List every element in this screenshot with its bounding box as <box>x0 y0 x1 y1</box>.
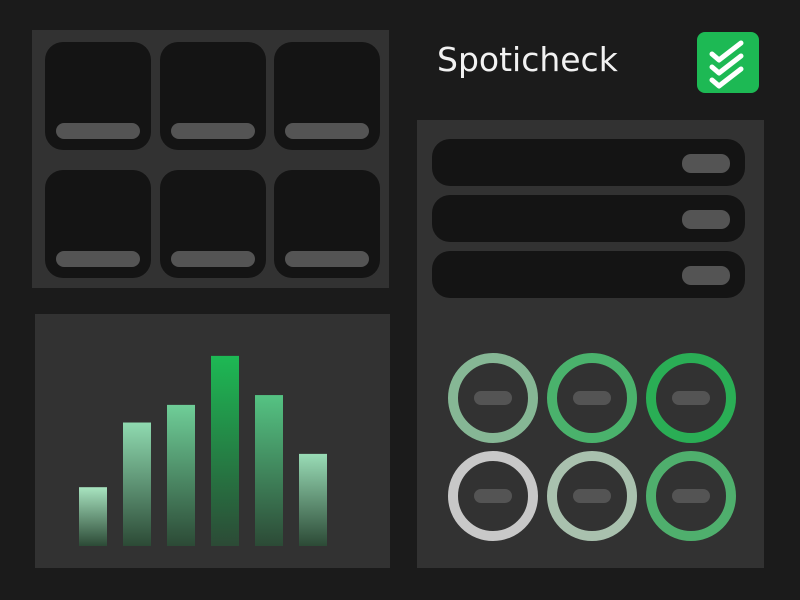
tile[interactable] <box>45 170 151 278</box>
chart-bar <box>79 487 107 546</box>
progress-ring[interactable] <box>448 451 538 541</box>
tile-label-placeholder <box>171 251 255 267</box>
ring-label-placeholder <box>573 489 611 503</box>
tile[interactable] <box>274 170 380 278</box>
tile-label-placeholder <box>56 123 140 139</box>
ring-label-placeholder <box>672 489 710 503</box>
chart-bar <box>255 395 283 546</box>
list-panel <box>417 120 764 568</box>
tile[interactable] <box>45 42 151 150</box>
progress-ring[interactable] <box>646 451 736 541</box>
tile-label-placeholder <box>285 251 369 267</box>
chart-bar <box>299 453 327 546</box>
double-check-icon[interactable] <box>697 32 759 93</box>
chart-bar <box>167 404 195 546</box>
list-item[interactable] <box>432 251 745 298</box>
tile[interactable] <box>160 170 266 278</box>
progress-ring[interactable] <box>448 353 538 443</box>
row-toggle[interactable] <box>682 266 730 285</box>
bar-chart <box>79 355 327 546</box>
ring-label-placeholder <box>573 391 611 405</box>
row-toggle[interactable] <box>682 154 730 173</box>
ring-label-placeholder <box>672 391 710 405</box>
chart-bar <box>123 422 151 546</box>
progress-ring[interactable] <box>547 353 637 443</box>
chart-bar <box>211 355 239 546</box>
chart-panel <box>35 314 390 568</box>
progress-ring[interactable] <box>547 451 637 541</box>
tile-label-placeholder <box>285 123 369 139</box>
app-title: Spoticheck <box>437 40 618 79</box>
row-toggle[interactable] <box>682 210 730 229</box>
list-item[interactable] <box>432 139 745 186</box>
tile-label-placeholder <box>171 123 255 139</box>
tile[interactable] <box>274 42 380 150</box>
ring-label-placeholder <box>474 391 512 405</box>
tiles-panel <box>32 30 389 288</box>
list-item[interactable] <box>432 195 745 242</box>
progress-ring[interactable] <box>646 353 736 443</box>
tile[interactable] <box>160 42 266 150</box>
tile-label-placeholder <box>56 251 140 267</box>
chart-bars <box>79 355 327 546</box>
ring-label-placeholder <box>474 489 512 503</box>
